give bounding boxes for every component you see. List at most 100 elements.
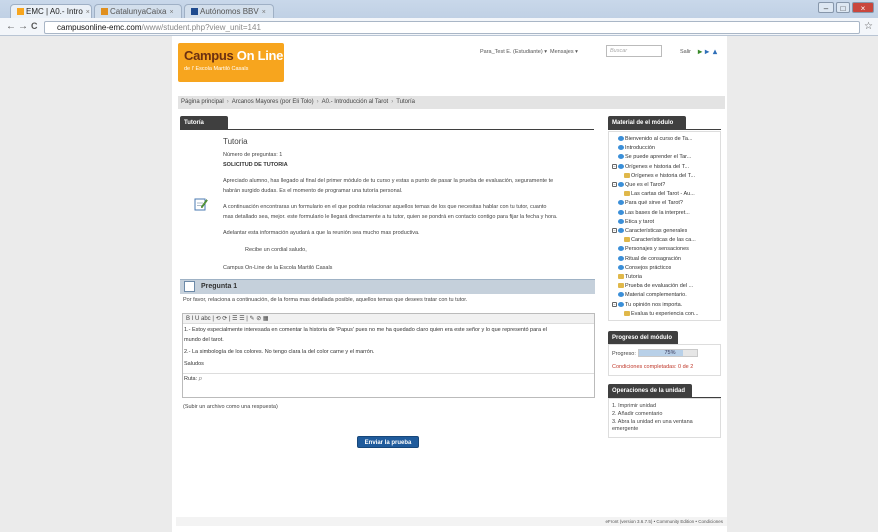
divider: [180, 129, 594, 130]
breadcrumb-course[interactable]: Arcanos Mayores (por Eli Tolo): [232, 99, 314, 105]
forward-icon[interactable]: →: [18, 20, 28, 33]
user-menu[interactable]: Para_Test E. (Estudiante) ▾ Mensajes ▾: [480, 49, 578, 55]
tree-item[interactable]: Material complementario.: [618, 292, 687, 298]
progress-value: 75%: [664, 350, 676, 356]
tree-item[interactable]: − Orígenes e historia del T...: [612, 164, 689, 170]
editor-toolbar[interactable]: B I U abc | ⟲ ⟳ | ☰ ☰ | ✎ ⊘ ▦: [183, 314, 594, 324]
address-bar[interactable]: campusonline-emc.com/www/student.php?vie…: [44, 21, 860, 34]
user-name[interactable]: Para_Test E. (Estudiante) ▾: [480, 49, 547, 55]
logo-subtitle: de l' Escola Martiló Casals: [184, 66, 249, 72]
editor-line[interactable]: 2.- La simbología de los colores. No ten…: [184, 349, 374, 355]
editor-status-divider: [183, 373, 594, 374]
breadcrumb-home[interactable]: Página principal: [181, 99, 224, 105]
collapse-icon[interactable]: −: [612, 301, 617, 307]
tree-item[interactable]: Se puede aprender el Tar...: [618, 154, 691, 160]
tree-item-label: Para qué sirve el Tarot?: [625, 200, 683, 207]
editor-line[interactable]: mundo del tarot.: [184, 337, 224, 343]
close-icon[interactable]: ×: [86, 9, 90, 16]
tree-item-label: Orígenes e historia del T...: [625, 163, 690, 170]
tree-item-label: Características de las ca...: [631, 237, 696, 244]
upload-hint[interactable]: (Subir un archivo como una respuesta): [183, 404, 278, 410]
document-icon: [624, 310, 630, 316]
logout-link[interactable]: Salir: [680, 49, 691, 55]
tree-item-label: Tu opinión nos importa.: [625, 301, 683, 308]
tree-item-label: Tutoria: [625, 274, 642, 280]
tree-item[interactable]: Ética y tarot: [618, 219, 654, 225]
tree-item[interactable]: Tutoria: [618, 274, 642, 280]
tree-item-label: Consejos prácticos: [625, 264, 672, 271]
op-add-comment[interactable]: 2. Añadir comentario: [612, 411, 717, 418]
greeting: Recibe un cordial saludo,: [245, 247, 307, 253]
tree-item[interactable]: Introducción: [618, 145, 655, 151]
globe-icon: [618, 145, 624, 151]
globe-icon: [618, 255, 624, 261]
tree-item[interactable]: Las cartas del Tarot - Au...: [624, 191, 695, 197]
tree-item-label: Personajes y sensaciones: [625, 246, 689, 253]
breadcrumb-unit[interactable]: A0.- Introducción al Tarot: [322, 99, 389, 105]
arrow-right-icon[interactable]: ▸: [698, 47, 702, 56]
breadcrumb: Página principal › Arcanos Mayores (por El…: [178, 96, 725, 109]
tree-item[interactable]: − Tu opinión nos importa.: [612, 302, 682, 308]
reload-icon[interactable]: C: [31, 20, 38, 33]
tab-emc[interactable]: EMC | A0.- Intro ×: [10, 4, 92, 18]
tab-bbva[interactable]: Autónomos BBV ×: [184, 4, 274, 18]
tree-item[interactable]: Para qué sirve el Tarot?: [618, 200, 683, 206]
maximize-icon[interactable]: □: [836, 2, 850, 13]
editor-line[interactable]: Saludos: [184, 361, 204, 367]
answer-editor[interactable]: [182, 313, 595, 398]
tree-item[interactable]: Evalua tu experiencia con...: [624, 311, 699, 317]
close-icon[interactable]: ×: [262, 9, 266, 16]
close-window-icon[interactable]: ×: [852, 2, 874, 13]
tree-item[interactable]: Ritual de consagración: [618, 256, 681, 262]
globe-icon: [618, 246, 624, 252]
globe-icon: [618, 182, 624, 188]
arrow-right-icon[interactable]: ▸: [705, 47, 709, 56]
minimize-icon[interactable]: –: [818, 2, 834, 13]
tree-item[interactable]: − Que es el Tarot?: [612, 182, 665, 188]
document-icon: [624, 237, 630, 243]
globe-icon: [618, 292, 624, 298]
tree-item-label: Introducción: [625, 145, 655, 152]
breadcrumb-current: Tutoría: [396, 99, 416, 105]
question-count: Número de preguntas: 1: [223, 152, 283, 158]
search-input[interactable]: Buscar: [606, 45, 662, 57]
tree-item[interactable]: Prueba de evaluación del ...: [618, 283, 693, 289]
messages-menu[interactable]: Mensajes ▾: [550, 49, 578, 55]
document-icon: [618, 274, 624, 280]
tree-item-label: Evalua tu experiencia con...: [631, 310, 699, 317]
editor-path: Ruta: p: [184, 376, 202, 382]
tree-item-label: Prueba de evaluación del ...: [625, 283, 694, 290]
progress-conditions: Condiciones completadas: 0 de 2: [612, 364, 694, 370]
tree-item[interactable]: Bienvenido al curso de Ta...: [618, 136, 692, 142]
globe-icon: [618, 228, 624, 234]
tree-item-label: Orígenes e historia del T...: [631, 172, 696, 179]
page-title: Tutoria: [223, 137, 248, 146]
collapse-icon[interactable]: −: [612, 182, 617, 188]
collapse-icon[interactable]: −: [612, 163, 617, 169]
tree-item[interactable]: Las bases de la interpret...: [618, 210, 690, 216]
arrow-up-icon[interactable]: ▴: [713, 47, 717, 56]
tab-catalunyacaixa[interactable]: CatalunyaCaixa ×: [94, 4, 182, 18]
tab-tutoria[interactable]: Tutoría: [180, 116, 228, 130]
collapse-icon[interactable]: −: [612, 228, 617, 234]
tree-item-label: Material complementario.: [625, 292, 687, 299]
op-print-unit[interactable]: 1. Imprimir unidad: [612, 403, 717, 410]
tree-item[interactable]: Orígenes e historia del T...: [624, 173, 695, 179]
back-icon[interactable]: ←: [6, 20, 16, 33]
progress-heading: Progreso del módulo: [608, 331, 678, 345]
tree-item[interactable]: Personajes y sensaciones: [618, 246, 689, 252]
tree-item[interactable]: − Características generales: [612, 228, 687, 234]
close-icon[interactable]: ×: [169, 9, 173, 16]
globe-icon: [618, 264, 624, 270]
op-open-popup[interactable]: 3. Abra la unidad en una ventana emergen…: [612, 419, 717, 433]
globe-icon: [618, 218, 624, 224]
bookmark-star-icon[interactable]: ☆: [864, 20, 873, 33]
submit-button[interactable]: Enviar la prueba: [357, 436, 419, 448]
editor-line[interactable]: 1.- Estoy especialmente interesada en co…: [184, 327, 547, 333]
logo-title: Campus On Line: [184, 48, 284, 63]
question-header: [180, 279, 595, 294]
tree-item[interactable]: Consejos prácticos: [618, 265, 671, 271]
campus-logo[interactable]: Campus On Line de l' Escola Martiló Casa…: [178, 43, 284, 82]
tree-item[interactable]: Características de las ca...: [624, 237, 696, 243]
edit-document-icon: [194, 198, 208, 211]
